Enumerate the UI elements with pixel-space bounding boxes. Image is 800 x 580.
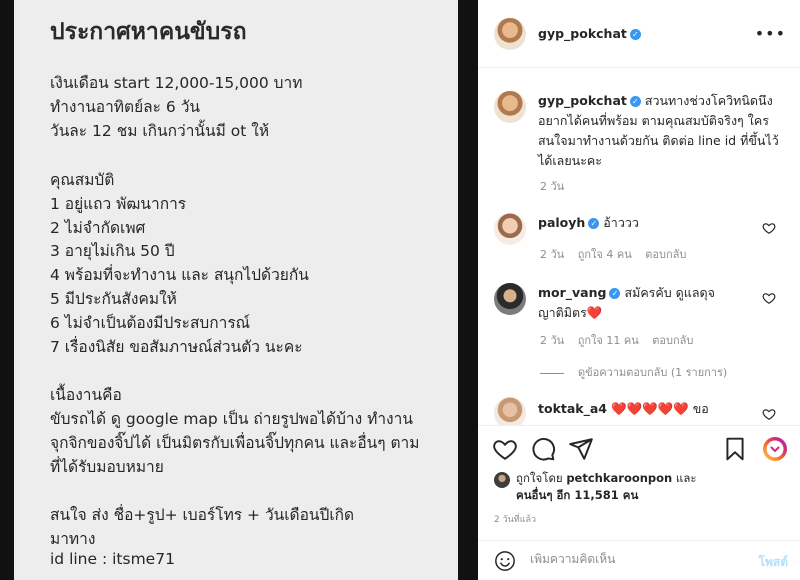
instagram-post-view: ประกาศหาคนขับรถ เงินเดือน start 12,000-1… (0, 0, 800, 580)
header-username-text[interactable]: gyp_pokchat (538, 26, 627, 41)
likes-prefix: ถูกใจโดย (516, 471, 563, 485)
divider (540, 372, 564, 374)
comment: paloyh ✓ อ้าววว (538, 213, 768, 233)
photo-line: คุณสมบัติ (50, 171, 115, 189)
comment-input[interactable] (530, 552, 730, 566)
add-comment-bar: โพสต์ (478, 540, 800, 580)
caption-age: 2 วัน (540, 180, 565, 193)
liker-username[interactable]: petchkaroonpon (566, 471, 672, 485)
comment-meta: 2 วัน ถูกใจ 11 คน ตอบกลับ (540, 331, 703, 349)
likes-and: และ (675, 471, 697, 485)
photo-line: ทำงานอาทิตย์ละ 6 วัน (50, 98, 201, 116)
verified-badge-icon: ✓ (588, 218, 600, 229)
igtv-icon[interactable] (762, 436, 788, 462)
verified-badge-icon: ✓ (609, 288, 621, 299)
comment-age: 2 วัน (540, 334, 565, 347)
post-timestamp[interactable]: 2 วันที่แล้ว (494, 512, 536, 526)
bookmark-icon[interactable] (722, 436, 748, 462)
comment-likes[interactable]: ถูกใจ 11 คน (578, 334, 639, 347)
comment-meta: 2 วัน ถูกใจ 4 คน ตอบกลับ (540, 245, 696, 263)
caption: gyp_pokchat ✓ สวนทางช่วงโควิทนิดนึง อยากไ… (538, 91, 788, 171)
post-side-panel: gyp_pokchat ✓ ••• gyp_pokchat ✓ สวนทางช่วง… (478, 0, 800, 580)
likes-text: ถูกใจโดย petchkaroonpon และ คนอื่นๆ อีก … (516, 470, 697, 504)
emoji-icon[interactable] (494, 550, 516, 572)
post-photo[interactable]: ประกาศหาคนขับรถ เงินเดือน start 12,000-1… (14, 0, 458, 580)
photo-line: 3 อายุไม่เกิน 50 ปี (50, 242, 175, 260)
post-image-pane: ประกาศหาคนขับรถ เงินเดือน start 12,000-1… (0, 0, 478, 580)
post-comment-button[interactable]: โพสต์ (759, 553, 788, 572)
comment-username[interactable]: mor_vang (538, 285, 606, 300)
comment-likes[interactable]: ถูกใจ 4 คน (578, 248, 632, 261)
photo-line: ที่ได้รับมอบหมาย (50, 458, 164, 476)
like-comment-heart-icon[interactable] (762, 407, 776, 421)
comment: toktak_a4 ❤️❤️❤️❤️❤️ ขอ (538, 399, 758, 419)
comment: mor_vang ✓ สมัครคับ ดูแลดุจญาติมิตร❤️ (538, 283, 738, 323)
comment-username[interactable]: paloyh (538, 215, 585, 230)
photo-line: 7 เรื่องนิสัย ขอสัมภาษณ์ส่วนตัว นะคะ (50, 338, 303, 356)
verified-badge-icon: ✓ (629, 96, 641, 107)
reply-button[interactable]: ตอบกลับ (652, 334, 693, 347)
comment-age: 2 วัน (540, 248, 565, 261)
like-comment-heart-icon[interactable] (762, 291, 776, 305)
verified-badge-icon: ✓ (629, 29, 641, 40)
photo-line: วันละ 12 ชม เกินกว่านั้นมี ot ให้ (50, 122, 270, 140)
photo-line: จุกจิกของจิ๊ปได้ เป็นมิตรกับเพื่อนจิ๊ปทุ… (50, 434, 420, 452)
photo-line: 2 ไม่จำกัดเพศ (50, 219, 146, 237)
photo-line: เงินเดือน start 12,000-15,000 บาท (50, 74, 303, 92)
photo-line: ขับรถได้ ดู google map เป็น ถ่ายรูปพอได้… (50, 410, 413, 428)
photo-line: 1 อยู่แถว พัฒนาการ (50, 195, 187, 213)
reply-button[interactable]: ตอบกลับ (645, 248, 686, 261)
view-replies-label[interactable]: ดูข้อความตอบกลับ (1 รายการ) (578, 366, 727, 379)
photo-line: 5 มีประกันสังคมให้ (50, 290, 177, 308)
action-bar (478, 425, 800, 469)
avatar[interactable] (494, 91, 526, 123)
comment-text: อ้าววว (603, 215, 639, 230)
header-username[interactable]: gyp_pokchat ✓ (538, 26, 641, 41)
post-header: gyp_pokchat ✓ ••• (478, 0, 800, 68)
like-comment-heart-icon[interactable] (762, 221, 776, 235)
photo-line: มาทาง (50, 530, 96, 548)
avatar[interactable] (494, 397, 526, 425)
view-replies-button[interactable]: ดูข้อความตอบกลับ (1 รายการ) (540, 363, 727, 381)
more-horizontal-icon[interactable]: ••• (755, 24, 786, 43)
share-direct-icon[interactable] (568, 436, 594, 462)
photo-line: 6 ไม่จำเป็นต้องมีประสบการณ์ (50, 314, 251, 332)
comment-text: ❤️❤️❤️❤️❤️ ขอ (610, 401, 709, 416)
like-heart-icon[interactable] (492, 436, 518, 462)
comment-bubble-icon[interactable] (530, 436, 556, 462)
photo-line: 4 พร้อมที่จะทำงาน และ สนุกไปด้วยกัน (50, 266, 309, 284)
likes-others-count[interactable]: คนอื่นๆ อีก 11,581 คน (516, 488, 638, 502)
avatar[interactable] (494, 472, 510, 488)
photo-title: ประกาศหาคนขับรถ (50, 19, 247, 45)
photo-line: สนใจ ส่ง ชื่อ+รูป+ เบอร์โทร + วันเดือนปี… (50, 506, 355, 524)
photo-line: id line : itsme71 (50, 550, 175, 568)
photo-line: เนื้องานคือ (50, 386, 122, 404)
caption-username[interactable]: gyp_pokchat (538, 93, 627, 108)
comments-list[interactable]: gyp_pokchat ✓ สวนทางช่วงโควิทนิดนึง อยากไ… (478, 69, 800, 425)
avatar[interactable] (494, 283, 526, 315)
comment-username[interactable]: toktak_a4 (538, 401, 607, 416)
avatar[interactable] (494, 18, 526, 50)
avatar[interactable] (494, 213, 526, 245)
